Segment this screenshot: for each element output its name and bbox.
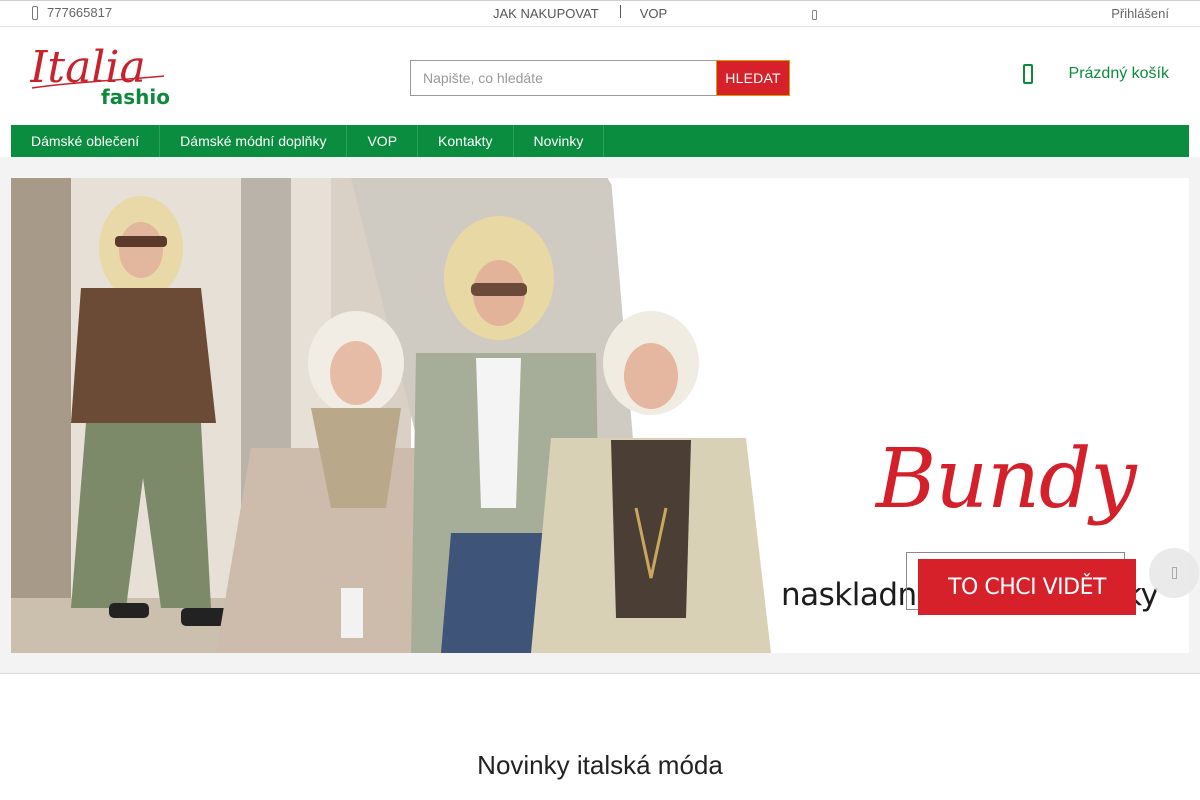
person2-face [330,341,382,405]
phone-number: 777665817 [47,5,113,20]
phone-contact[interactable]: 777665817 [32,5,112,20]
phone-icon [32,5,38,20]
person3-sunglasses [471,283,527,296]
nav-item-kontakty[interactable]: Kontakty [418,125,514,157]
person4-face [624,343,678,409]
login-link[interactable]: Přihlášení [1111,6,1169,21]
top-nav-divider [619,5,621,18]
person4-top [611,440,691,618]
banner-headline: Bundy [876,432,1137,527]
person1-face [119,222,163,278]
top-nav: JAK NAKUPOVAT VOP [493,5,667,21]
coat-rack [11,178,71,653]
search-input[interactable] [410,60,716,96]
cart[interactable]: Prázdný košík [1022,64,1169,84]
carousel-next-button[interactable] [1149,548,1199,598]
price-tag [341,588,363,638]
logo-word: fashion [101,85,170,109]
cart-label: Prázdný košík [1068,65,1169,82]
site-logo[interactable]: Italia fashion [29,42,184,110]
person1-jacket [71,288,216,423]
section-title: Novinky italská móda [477,750,723,780]
logo-graphic: Italia fashion [29,42,184,109]
person1-shoe-left [109,603,149,618]
person1-sunglasses [115,236,167,247]
cta-button[interactable]: TO CHCI VIDĚT [918,559,1136,615]
top-utility-bar: 777665817 JAK NAKUPOVAT VOP Přihlášení [0,0,1200,27]
search-bar: HLEDAT [410,60,790,96]
next-arrow-icon [1171,567,1177,579]
cart-icon [1022,64,1033,84]
nav-item-damske-modni-doplnky[interactable]: Dámské módní doplňky [160,125,348,157]
main-nav: Dámské oblečení Dámské módní doplňky VOP… [11,125,1189,157]
top-link-vop[interactable]: VOP [640,6,667,21]
search-button[interactable]: HLEDAT [716,60,790,96]
nav-item-novinky[interactable]: Novinky [514,125,605,157]
more-icon[interactable] [812,10,817,20]
top-link-jak-nakupovat[interactable]: JAK NAKUPOVAT [493,6,599,21]
nav-item-damske-obleceni[interactable]: Dámské oblečení [11,125,161,157]
nav-item-vop[interactable]: VOP [347,125,419,157]
person3-shirt [476,358,521,508]
